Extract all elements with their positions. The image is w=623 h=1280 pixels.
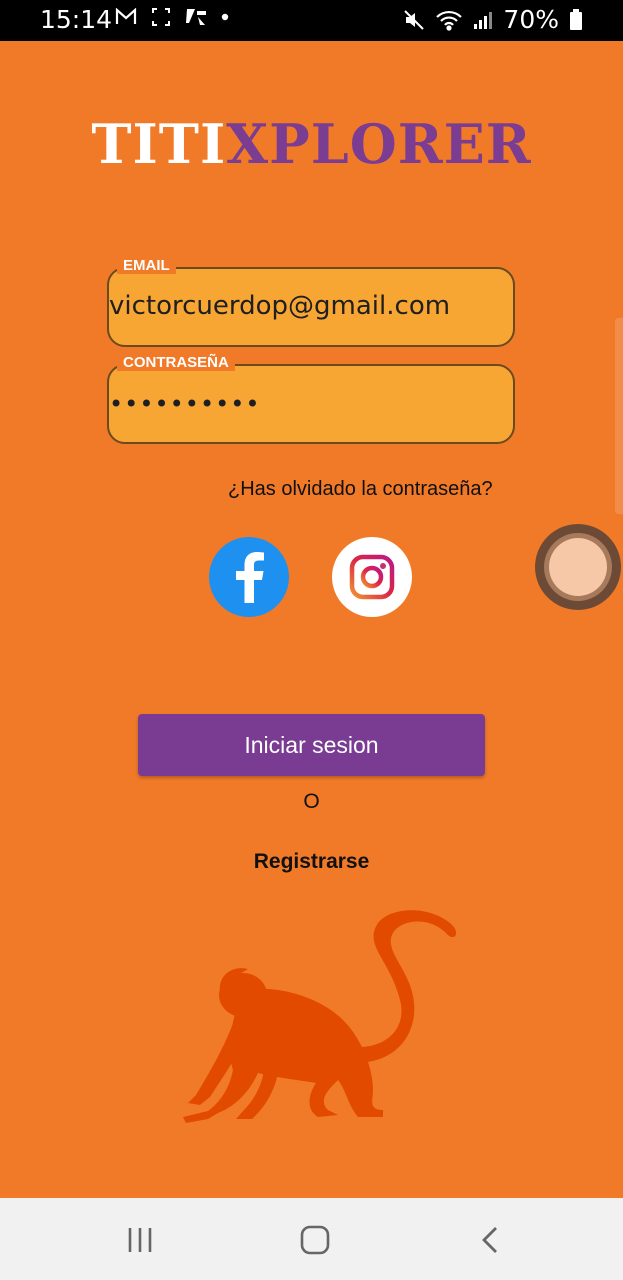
facebook-icon xyxy=(236,552,264,603)
back-button[interactable] xyxy=(470,1220,510,1260)
logo-part-xplorer: XPLORER xyxy=(226,112,532,176)
mute-icon xyxy=(404,9,425,30)
logo-part-titi: TITI xyxy=(91,112,227,176)
instagram-login-button[interactable] xyxy=(332,537,412,617)
monkey-illustration xyxy=(183,910,457,1123)
back-icon xyxy=(482,1227,497,1253)
home-button[interactable] xyxy=(295,1220,335,1260)
password-label: CONTRASEÑA xyxy=(117,354,235,371)
register-link[interactable]: Registrarse xyxy=(0,850,623,874)
wifi-icon xyxy=(436,10,463,31)
forgot-password-link[interactable]: ¿Has olvidado la contraseña? xyxy=(228,478,493,501)
battery-text: 70% xyxy=(503,5,559,34)
status-bar: 15:14 70% xyxy=(0,0,623,41)
email-label: EMAIL xyxy=(117,257,176,274)
battery-icon xyxy=(570,8,582,30)
signal-icon xyxy=(474,11,493,29)
gmail-icon xyxy=(115,8,137,24)
home-icon xyxy=(300,1225,330,1255)
screenshot-icon xyxy=(152,8,170,26)
facebook-login-button[interactable] xyxy=(209,537,289,617)
email-field[interactable]: EMAIL victorcuerdop@gmail.com xyxy=(107,257,515,347)
status-time: 15:14 xyxy=(40,5,113,34)
android-nav-bar xyxy=(0,1198,623,1280)
recents-button[interactable] xyxy=(120,1220,160,1260)
edge-panel-handle[interactable] xyxy=(615,318,623,514)
app-icon xyxy=(186,9,206,25)
dot-icon xyxy=(221,13,229,21)
app-logo: TITIXPLORER xyxy=(0,112,623,176)
password-field[interactable]: CONTRASEÑA •••••••••• xyxy=(107,354,515,444)
or-separator: O xyxy=(303,790,320,813)
floating-assistant-bubble[interactable] xyxy=(535,524,621,610)
password-value: •••••••••• xyxy=(109,390,261,418)
instagram-icon xyxy=(349,554,395,600)
login-button[interactable]: Iniciar sesion xyxy=(138,714,485,776)
recents-icon xyxy=(128,1228,152,1252)
email-value: victorcuerdop@gmail.com xyxy=(109,291,451,321)
